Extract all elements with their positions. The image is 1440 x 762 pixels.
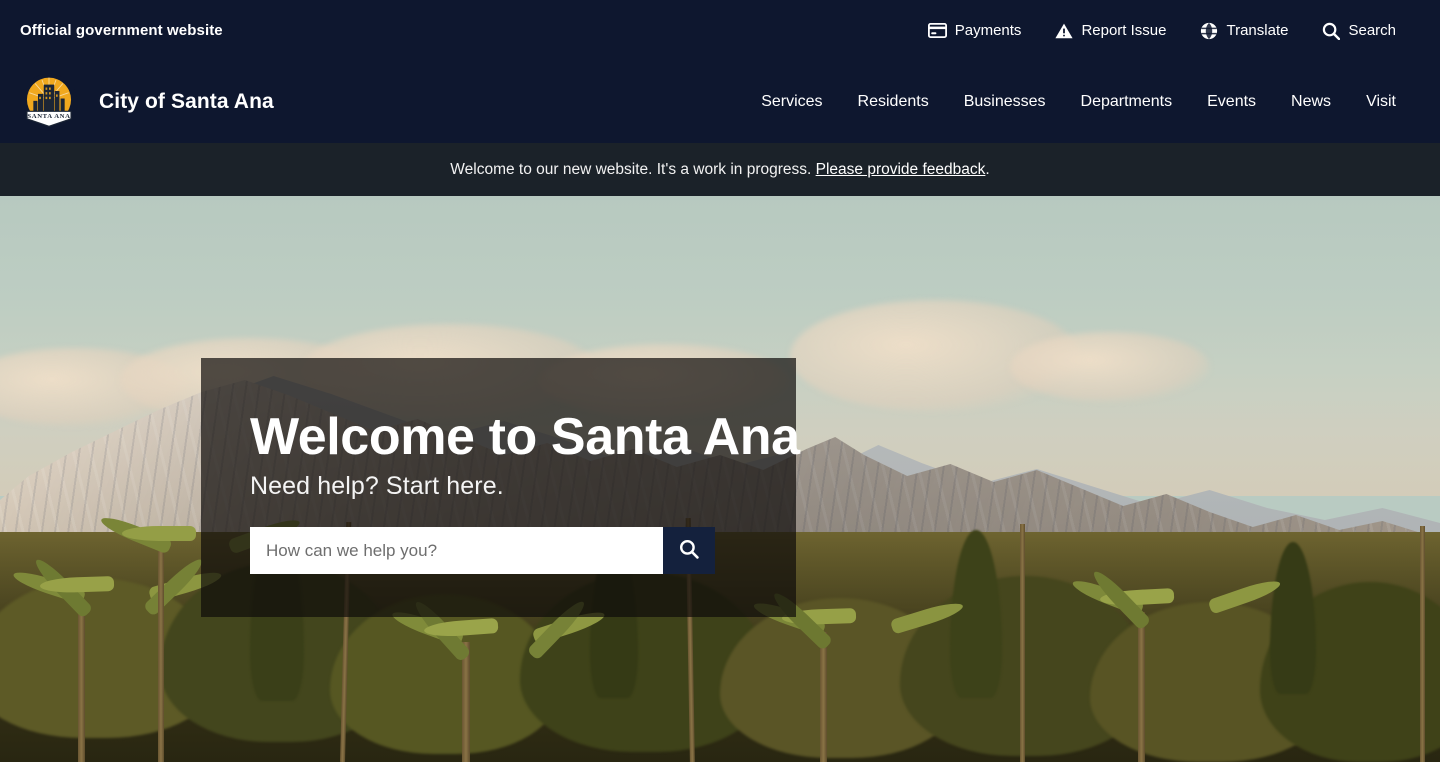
announcement-text-before: Welcome to our new website. It's a work … [450, 160, 816, 178]
main-navigation: Services Residents Businesses Department… [761, 87, 1396, 117]
utility-link-search[interactable]: Search [1322, 22, 1396, 40]
nav-item-services[interactable]: Services [761, 87, 822, 117]
cloud [1010, 332, 1210, 402]
utility-links: Payments Report Issue Translate Search [927, 22, 1396, 40]
utility-link-label: Report Issue [1081, 22, 1167, 39]
utility-link-report-issue[interactable]: Report Issue [1055, 22, 1166, 39]
hero-search-input[interactable] [250, 527, 663, 575]
hero-search-form [250, 527, 715, 575]
hero-overlay-card: Welcome to Santa Ana Need help? Start he… [201, 358, 800, 617]
cypress-tree [950, 530, 1002, 698]
page-root: Official government website Payments Rep… [0, 0, 1440, 762]
svg-text:SANTA ANA: SANTA ANA [27, 113, 70, 120]
hero-title: Welcome to Santa Ana [250, 408, 800, 466]
announcement-bar: Welcome to our new website. It's a work … [0, 143, 1440, 196]
official-government-label: Official government website [20, 22, 223, 39]
hero-subtitle: Need help? Start here. [250, 472, 504, 501]
announcement-text: Welcome to our new website. It's a work … [450, 161, 989, 179]
hero-search-button[interactable] [663, 527, 715, 575]
nav-item-businesses[interactable]: Businesses [964, 87, 1046, 117]
hero-section: DOWNTOWN ORANGE COUNTY SANTA ANA [0, 196, 1440, 762]
utility-link-payments[interactable]: Payments [927, 22, 1022, 39]
brand-home-link[interactable]: SANTA ANA City of Santa Ana [20, 73, 274, 131]
city-seal-icon: SANTA ANA [20, 73, 78, 131]
nav-item-departments[interactable]: Departments [1081, 87, 1173, 117]
nav-item-residents[interactable]: Residents [858, 87, 929, 117]
utility-link-label: Search [1348, 22, 1396, 39]
utility-link-label: Payments [954, 22, 1022, 39]
cypress-tree [1270, 542, 1316, 694]
utility-link-label: Translate [1226, 22, 1289, 39]
announcement-feedback-link[interactable]: Please provide feedback [816, 161, 986, 178]
credit-card-icon [927, 23, 947, 38]
nav-item-visit[interactable]: Visit [1366, 87, 1396, 117]
globe-icon [1200, 22, 1218, 40]
brand-name: City of Santa Ana [99, 90, 274, 113]
nav-item-news[interactable]: News [1291, 87, 1331, 117]
utility-pole [1020, 524, 1025, 762]
utility-pole [1420, 526, 1425, 762]
search-icon [679, 539, 699, 562]
utility-link-translate[interactable]: Translate [1200, 22, 1288, 40]
nav-item-events[interactable]: Events [1207, 87, 1256, 117]
warning-triangle-icon [1055, 23, 1074, 39]
search-icon [1322, 22, 1341, 40]
main-header: SANTA ANA City of Santa Ana Services Res… [0, 61, 1440, 143]
announcement-text-after: . [985, 160, 990, 178]
utility-bar: Official government website Payments Rep… [0, 0, 1440, 61]
